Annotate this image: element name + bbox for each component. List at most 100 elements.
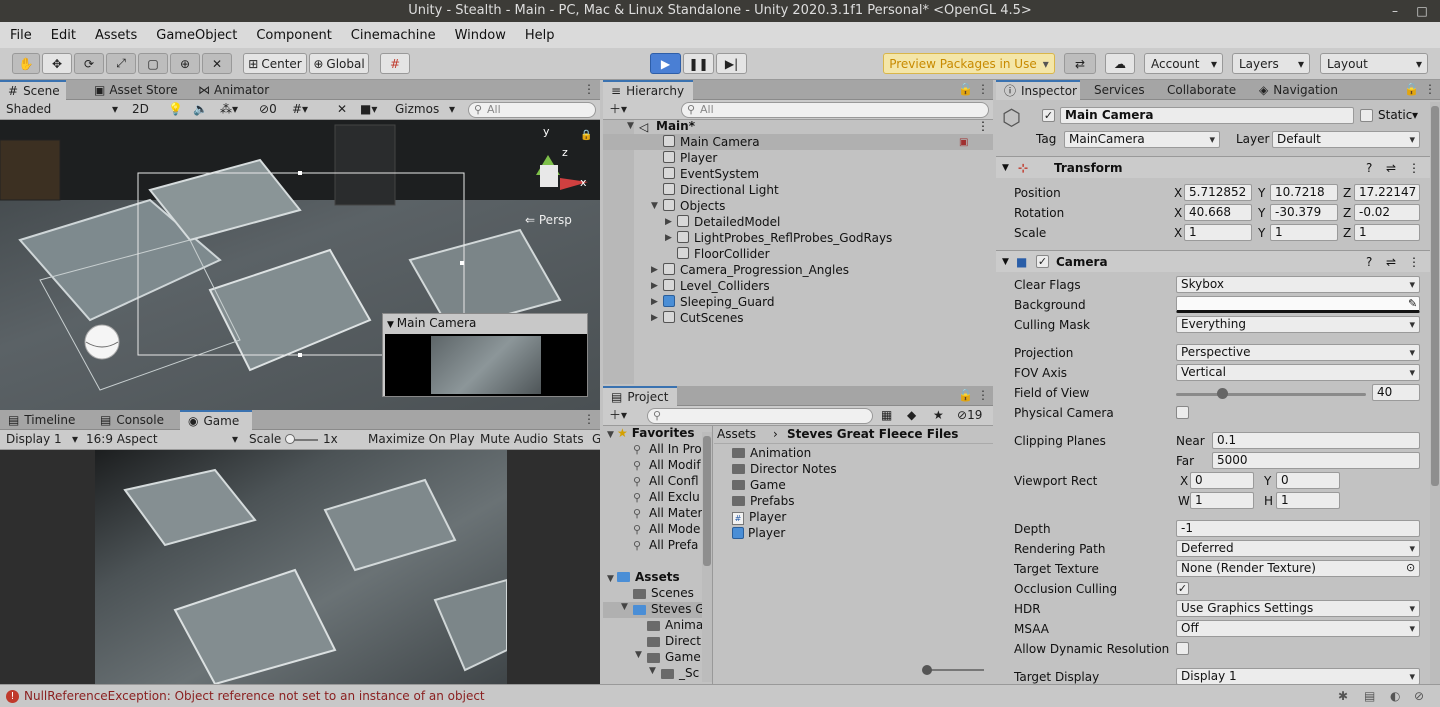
favorite-item[interactable]: ⚲ All Modif	[633, 458, 701, 472]
lighting-toggle-icon[interactable]: 💡	[168, 101, 183, 118]
tab-hierarchy[interactable]: ≡ Hierarchy	[603, 80, 693, 100]
chevron-right-icon[interactable]: ▶	[651, 310, 661, 326]
favorite-star-icon[interactable]: ★	[933, 407, 944, 424]
background-color-field[interactable]	[1176, 296, 1420, 313]
display-dropdown[interactable]: Display 1 ▾	[6, 431, 80, 448]
filter-type-icon[interactable]: ▦	[881, 407, 892, 424]
scale-x-input[interactable]: 1	[1184, 224, 1252, 241]
pause-button[interactable]: ❚❚	[683, 53, 714, 74]
project-menu-icon[interactable]: ⋮	[977, 388, 989, 402]
hidden-objects-icon[interactable]: ⊘0	[259, 101, 277, 118]
target-display-dropdown[interactable]: Display 1	[1176, 668, 1420, 684]
chevron-right-icon[interactable]: ▶	[651, 278, 661, 294]
layer-dropdown[interactable]: Default	[1272, 131, 1420, 148]
status-message[interactable]: NullReferenceException: Object reference…	[24, 685, 485, 707]
breadcrumb-current[interactable]: Steves Great Fleece Files	[787, 427, 958, 441]
project-create-icon[interactable]: ＋▾	[609, 407, 627, 424]
transform-header[interactable]: ▼ ⊹ Transform ? ⇌ ⋮	[996, 156, 1430, 178]
help-icon[interactable]: ?	[1366, 251, 1372, 273]
project-file-item[interactable]: Prefabs	[732, 494, 795, 508]
hierarchy-item[interactable]: ▶ DetailedModel	[603, 214, 993, 230]
depth-input[interactable]: -1	[1176, 520, 1420, 537]
dynamic-resolution-checkbox[interactable]	[1176, 642, 1189, 655]
rect-tool-icon[interactable]: ▢	[138, 53, 168, 74]
hierarchy-item[interactable]: ▶ Camera_Progression_Angles	[603, 262, 993, 278]
favorite-item[interactable]: ⚲ All Prefa	[633, 538, 698, 552]
scene-viewport[interactable]: y z x 🔒 ⇐ Persp ▼ Main Camera	[0, 120, 600, 410]
layout-dropdown[interactable]: Layout ▾	[1320, 53, 1428, 74]
persp-label[interactable]: ⇐ Persp	[525, 213, 572, 227]
far-input[interactable]: 5000	[1212, 452, 1420, 469]
rotation-x-input[interactable]: 40.668	[1184, 204, 1252, 221]
viewport-x-input[interactable]: 0	[1190, 472, 1254, 489]
hidden-packages-icon[interactable]: ⊘19	[957, 407, 982, 424]
hierarchy-search-input[interactable]: All	[681, 102, 989, 118]
favorite-item[interactable]: ⚲ All In Pro	[633, 442, 702, 456]
gizmos-dropdown[interactable]: Gizmos ▾	[395, 101, 457, 118]
rotation-y-input[interactable]: -30.379	[1270, 204, 1338, 221]
hierarchy-item[interactable]: Player	[603, 150, 993, 166]
step-button[interactable]: ▶|	[716, 53, 747, 74]
stats-toggle[interactable]: Stats	[553, 431, 584, 448]
project-file-item[interactable]: Animation	[732, 446, 811, 460]
tag-dropdown[interactable]: MainCamera	[1064, 131, 1220, 148]
menu-component[interactable]: Component	[256, 28, 331, 43]
occlusion-culling-checkbox[interactable]: ✓	[1176, 582, 1189, 595]
scale-z-input[interactable]: 1	[1354, 224, 1420, 241]
fov-input[interactable]: 40	[1372, 384, 1420, 401]
rendering-path-dropdown[interactable]: Deferred	[1176, 540, 1420, 557]
msaa-dropdown[interactable]: Off	[1176, 620, 1420, 637]
rotate-tool-icon[interactable]: ⟳	[74, 53, 104, 74]
chevron-right-icon[interactable]: ▶	[651, 294, 661, 310]
project-lock-icon[interactable]: 🔒	[958, 388, 973, 402]
fov-slider[interactable]	[1176, 393, 1366, 396]
favorite-item[interactable]: ⚲ All Mater	[633, 506, 702, 520]
debug-icon[interactable]: ✱	[1338, 685, 1348, 707]
chevron-down-icon[interactable]: ▼	[635, 650, 645, 660]
menu-help[interactable]: Help	[525, 28, 555, 43]
game-gizmos-toggle[interactable]: G	[592, 431, 600, 448]
hierarchy-item[interactable]: Main Camera	[603, 134, 993, 150]
scale-slider-thumb[interactable]	[285, 434, 295, 444]
scene-search-input[interactable]: All	[468, 102, 596, 118]
project-search-input[interactable]	[647, 408, 873, 424]
camera-header[interactable]: ▼ ■ ✓ Camera ? ⇌ ⋮	[996, 250, 1430, 272]
hierarchy-item[interactable]: ▼ Objects	[603, 198, 993, 214]
aspect-dropdown[interactable]: 16:9 Aspect ▾	[86, 431, 240, 448]
hierarchy-item[interactable]: ▶ Sleeping_Guard	[603, 294, 993, 310]
projection-dropdown[interactable]: Perspective	[1176, 344, 1420, 361]
tab-animator[interactable]: ⋈ Animator	[190, 80, 277, 100]
maximize-on-play-toggle[interactable]: Maximize On Play	[368, 431, 475, 448]
icon-size-slider-thumb[interactable]	[922, 665, 932, 675]
asset-folder-item[interactable]: ▼ _Sc	[603, 666, 702, 682]
favorite-item[interactable]: ⚲ All Mode	[633, 522, 700, 536]
chevron-right-icon[interactable]: ▶	[651, 262, 661, 278]
hierarchy-item[interactable]: ▶ LightProbes_ReflProbes_GodRays	[603, 230, 993, 246]
game-viewport[interactable]	[0, 450, 600, 684]
chevron-down-icon[interactable]: ▼	[649, 666, 659, 676]
lighting-icon[interactable]: ◐	[1390, 685, 1400, 707]
position-y-input[interactable]: 10.7218	[1270, 184, 1338, 201]
inspector-lock-icon[interactable]: 🔒	[1404, 82, 1419, 96]
camera-enabled-checkbox[interactable]: ✓	[1036, 255, 1049, 268]
chevron-right-icon[interactable]: ▶	[665, 230, 675, 246]
tab-collaborate[interactable]: Collaborate	[1159, 80, 1244, 100]
viewport-y-input[interactable]: 0	[1276, 472, 1340, 489]
chevron-down-icon[interactable]: ▼	[651, 198, 661, 214]
hierarchy-menu-icon[interactable]: ⋮	[977, 82, 989, 96]
favorites-header[interactable]: ▼ ★ Favorites	[607, 426, 694, 440]
position-z-input[interactable]: 17.22147	[1354, 184, 1420, 201]
eyedropper-icon[interactable]: ✎	[1408, 297, 1417, 310]
preset-icon[interactable]: ⇌	[1386, 157, 1396, 179]
culling-mask-dropdown[interactable]: Everything	[1176, 316, 1420, 333]
account-dropdown[interactable]: Account ▾	[1144, 53, 1223, 74]
chevron-down-icon[interactable]: ▼	[627, 118, 637, 134]
gameobject-active-checkbox[interactable]: ✓	[1042, 109, 1055, 122]
hierarchy-item[interactable]: ▼ ◁ Main*	[603, 118, 993, 134]
minimize-icon[interactable]: –	[1385, 0, 1405, 22]
shading-mode-dropdown[interactable]: Shaded ▾	[6, 101, 120, 118]
inspector-menu-icon[interactable]: ⋮	[1424, 82, 1436, 96]
near-input[interactable]: 0.1	[1212, 432, 1420, 449]
move-tool-icon[interactable]: ✥	[42, 53, 72, 74]
project-file-item[interactable]: Director Notes	[732, 462, 837, 476]
